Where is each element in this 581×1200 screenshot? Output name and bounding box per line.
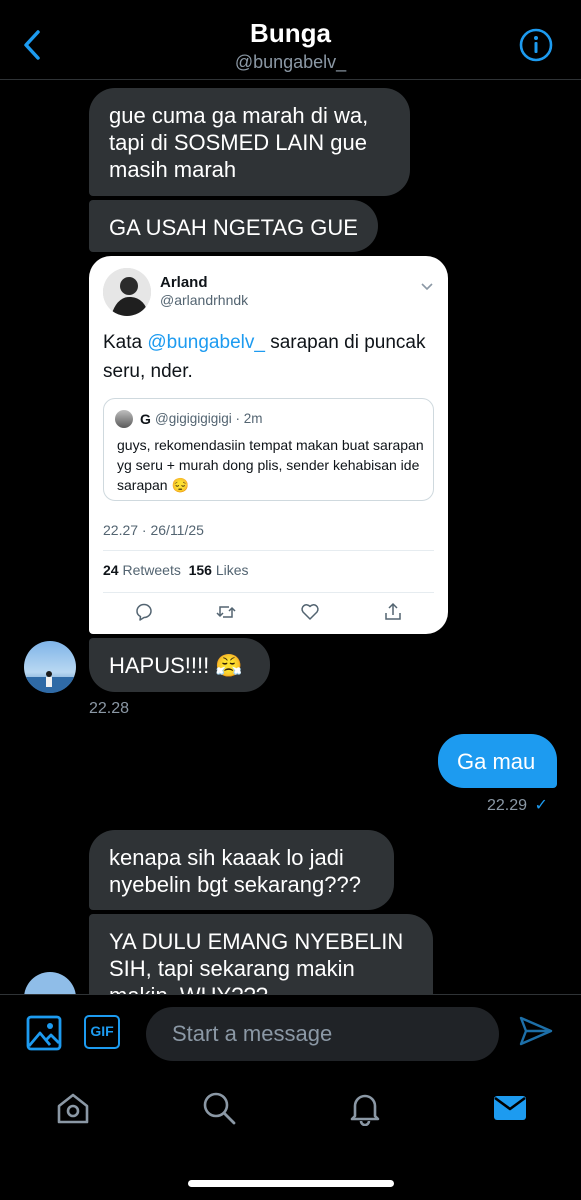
- message-bubble-incoming[interactable]: gue cuma ga marah di wa, tapi di SOSMED …: [89, 88, 410, 196]
- message-line: SIH, tapi sekarang makin: [109, 956, 355, 981]
- retweet-label[interactable]: Retweets: [122, 562, 180, 578]
- tweet-author-name[interactable]: Arland: [160, 274, 208, 291]
- share-icon[interactable]: [383, 602, 403, 622]
- mail-icon[interactable]: [492, 1090, 528, 1126]
- message-input[interactable]: [146, 1007, 499, 1061]
- add-media-button[interactable]: [26, 1015, 62, 1051]
- conversation-handle: @bungabelv_: [234, 52, 347, 72]
- shared-tweet-card[interactable]: Arland @arlandrhndk Kata @bungabelv_ sar…: [89, 256, 448, 634]
- retweet-count[interactable]: 24: [103, 562, 119, 578]
- chevron-down-icon[interactable]: [420, 282, 434, 292]
- divider: [103, 550, 434, 551]
- message-text: GA USAH NGETAG GUE: [109, 215, 358, 240]
- reply-icon[interactable]: [134, 602, 154, 622]
- tweet-stats: 24 Retweets 156 Likes: [103, 562, 249, 578]
- quoted-author-name: G: [140, 411, 151, 427]
- message-line: gue cuma ga marah di wa,: [109, 103, 369, 128]
- like-icon[interactable]: [300, 602, 320, 622]
- bottom-navigation: [0, 1074, 581, 1200]
- like-label[interactable]: Likes: [216, 562, 249, 578]
- tweet-author-avatar[interactable]: [103, 268, 151, 316]
- message-line: YA DULU EMANG NYEBELIN: [109, 929, 404, 954]
- quoted-tweet-text: guys, rekomendasiin tempat makan buat sa…: [117, 437, 424, 493]
- info-button[interactable]: [519, 28, 553, 62]
- tweet-text-before: Kata: [103, 332, 148, 353]
- home-icon[interactable]: [55, 1090, 91, 1126]
- message-text: Ga mau: [457, 749, 536, 774]
- message-bubble-incoming[interactable]: kenapa sih kaaak lo jadi nyebelin bgt se…: [89, 830, 394, 910]
- message-text: HAPUS!!!! 😤: [109, 653, 243, 678]
- gif-button[interactable]: GIF: [84, 1015, 120, 1049]
- read-check-icon: ✓: [534, 797, 548, 814]
- message-bubble-outgoing[interactable]: Ga mau: [438, 734, 557, 788]
- retweet-icon[interactable]: [216, 602, 236, 622]
- tweet-mention-link[interactable]: @bungabelv_: [147, 332, 265, 353]
- message-timestamp: 22.28: [89, 700, 130, 717]
- home-indicator: [188, 1180, 394, 1187]
- message-composer: GIF: [0, 994, 581, 1074]
- quoted-tweet[interactable]: G @gigigigigigi · 2m guys, rekomendasiin…: [103, 398, 434, 501]
- divider: [103, 592, 434, 593]
- like-count[interactable]: 156: [189, 562, 212, 578]
- message-line: tapi di SOSMED LAIN gue: [109, 130, 368, 155]
- quoted-author-handle: @gigigigigigi · 2m: [155, 411, 263, 426]
- message-bubble-incoming[interactable]: GA USAH NGETAG GUE: [89, 200, 378, 252]
- message-list[interactable]: gue cuma ga marah di wa, tapi di SOSMED …: [0, 80, 581, 994]
- message-time: 22.29: [487, 797, 528, 814]
- message-line: nyebelin bgt sekarang???: [109, 872, 361, 897]
- bell-icon[interactable]: [347, 1090, 383, 1126]
- tweet-text: Kata @bungabelv_ sarapan di puncak seru,…: [103, 328, 437, 386]
- message-line: masih marah: [109, 157, 237, 182]
- tweet-timestamp: 22.27 · 26/11/25: [103, 522, 204, 538]
- message-bubble-incoming[interactable]: YA DULU EMANG NYEBELIN SIH, tapi sekaran…: [89, 914, 433, 994]
- sender-avatar[interactable]: [24, 972, 76, 994]
- conversation-name[interactable]: Bunga: [0, 18, 581, 49]
- search-icon[interactable]: [201, 1090, 237, 1126]
- message-bubble-incoming[interactable]: HAPUS!!!! 😤: [89, 638, 270, 692]
- tweet-author-handle: @arlandrhndk: [160, 292, 249, 308]
- send-icon: [519, 1016, 553, 1046]
- conversation-header: Bunga @bungabelv_: [0, 0, 581, 80]
- info-icon: [519, 28, 553, 62]
- quoted-author-avatar: [115, 410, 133, 428]
- send-button[interactable]: [518, 1015, 554, 1047]
- message-line: kenapa sih kaaak lo jadi: [109, 845, 344, 870]
- message-timestamp: 22.29 ✓: [487, 795, 548, 815]
- message-line: makin. WHY???: [109, 982, 413, 994]
- image-icon: [26, 1015, 62, 1051]
- sender-avatar[interactable]: [24, 641, 76, 693]
